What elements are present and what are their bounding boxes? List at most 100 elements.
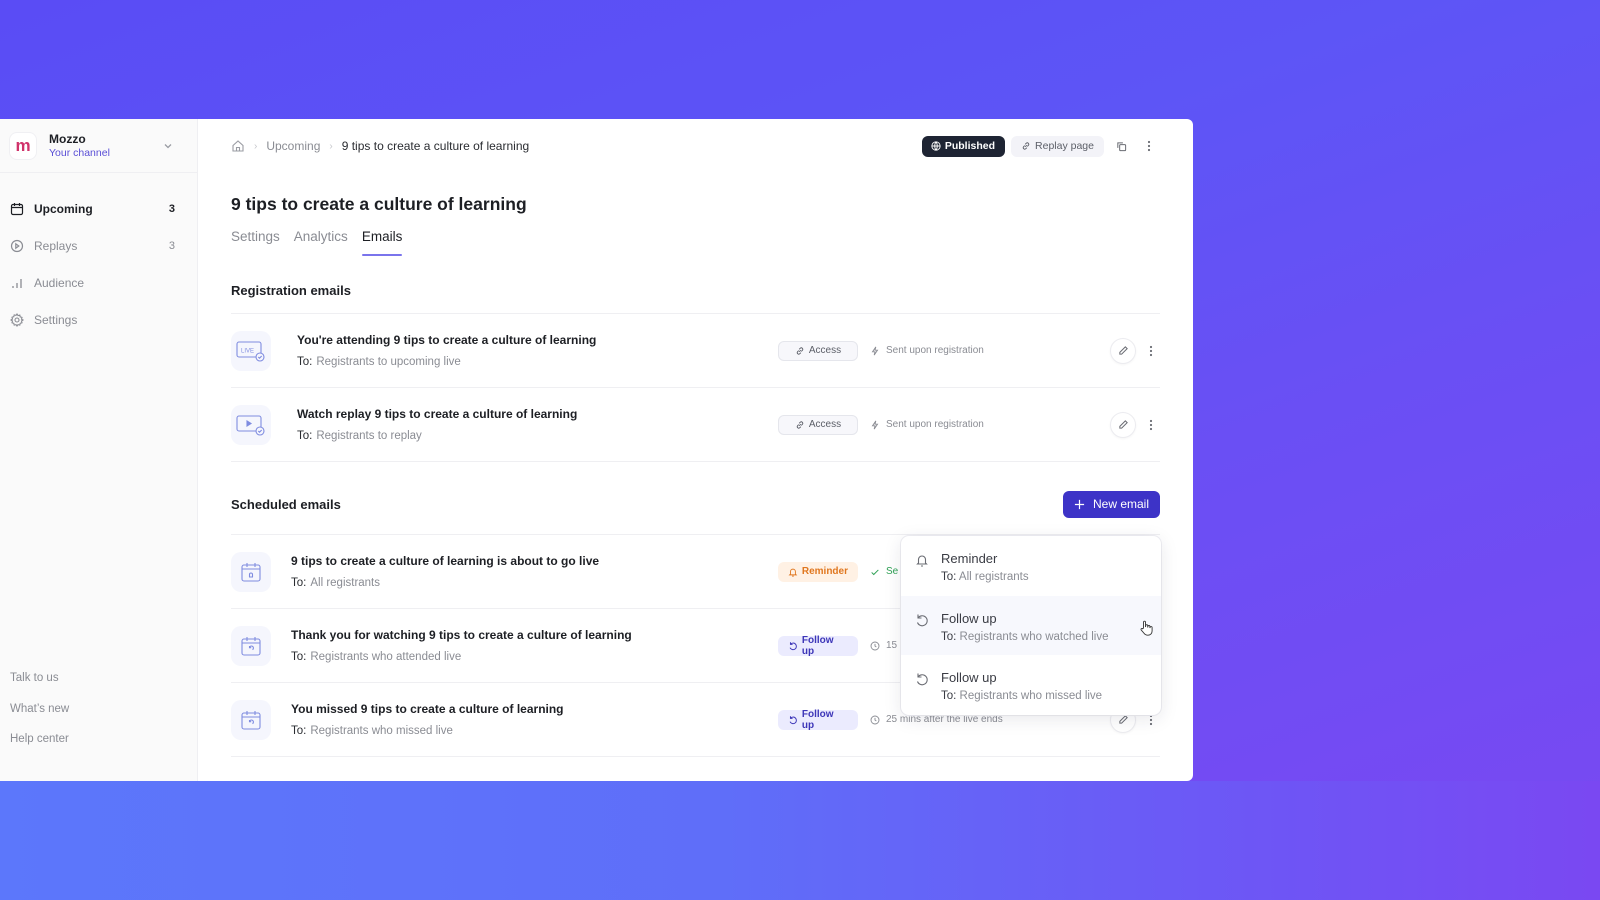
published-button[interactable]: Published: [921, 135, 1006, 157]
to-label: To:: [941, 690, 957, 702]
sidebar-item-count: 3: [168, 239, 175, 252]
follow-up-badge: Follow up: [778, 635, 858, 657]
send-timing: 25 mins after the live ends: [870, 714, 1003, 725]
edit-button[interactable]: [1110, 411, 1136, 438]
badge-label: Reminder: [801, 566, 848, 577]
talk-to-us-link[interactable]: Talk to us: [10, 669, 69, 700]
to-label: To:: [297, 430, 313, 442]
send-timing: Sent upon registration: [870, 345, 984, 356]
sidebar-item-audience[interactable]: Audience: [0, 264, 197, 301]
live-icon: LIVE: [231, 330, 271, 371]
whats-new-link[interactable]: What’s new: [10, 700, 69, 731]
to-label: To:: [297, 356, 313, 368]
tab-settings[interactable]: Settings: [231, 229, 280, 256]
email-row[interactable]: LIVE You're attending 9 tips to create a…: [231, 314, 1160, 388]
sidebar-item-replays[interactable]: Replays 3: [0, 227, 197, 264]
replay-page-button[interactable]: Replay page: [1011, 135, 1104, 157]
refresh-icon: [916, 614, 928, 626]
dropdown-item-title: Follow up: [941, 670, 997, 685]
background-bottom: [0, 781, 1600, 900]
published-label: Published: [944, 140, 996, 152]
clock-icon: [870, 641, 880, 650]
badge-label: Access: [808, 345, 842, 356]
plus-icon: [1074, 499, 1085, 509]
sidebar-item-settings[interactable]: Settings: [0, 301, 197, 338]
badge-label: Follow up: [801, 708, 834, 731]
pencil-icon: [1118, 346, 1128, 355]
breadcrumb-separator: ›: [254, 140, 258, 152]
dropdown-item-follow-up-watched[interactable]: Follow up To: Registrants who watched li…: [901, 595, 1161, 655]
sidebar-item-label: Replays: [34, 238, 78, 253]
check-icon: [871, 569, 879, 575]
sidebar-item-upcoming[interactable]: Upcoming 3: [0, 190, 197, 227]
new-email-button[interactable]: New email: [1062, 490, 1160, 518]
send-timing: Sent upon registration: [870, 419, 984, 430]
breadcrumb-upcoming[interactable]: Upcoming: [266, 139, 320, 153]
breadcrumb-separator: ›: [329, 140, 333, 152]
calendar-refresh-icon: [231, 625, 271, 666]
sidebar-nav: Upcoming 3 Replays 3 Audience Settings: [0, 173, 197, 338]
bar-chart-icon: [12, 278, 22, 288]
edit-button[interactable]: [1110, 337, 1136, 364]
follow-up-badge: Follow up: [778, 708, 858, 731]
channel-subtitle: Your channel: [49, 146, 110, 159]
reminder-badge: Reminder: [778, 561, 858, 582]
lightning-icon: [871, 420, 879, 429]
to-label: To:: [291, 651, 307, 663]
sidebar-item-count: 3: [168, 202, 175, 215]
tabs: Settings Analytics Emails: [231, 229, 1160, 256]
link-icon: [796, 346, 804, 355]
svg-text:LIVE: LIVE: [241, 348, 254, 354]
chevron-down-icon[interactable]: [161, 139, 175, 153]
access-badge: Access: [778, 340, 858, 361]
channel-switcher[interactable]: m Mozzo Your channel: [0, 119, 197, 173]
send-status: Se: [870, 566, 898, 577]
copy-icon: [1116, 141, 1126, 151]
send-timing: 15: [870, 640, 897, 651]
refresh-icon: [789, 641, 797, 650]
recipients: All registrants: [958, 571, 1029, 583]
dropdown-item-reminder[interactable]: Reminder To: All registrants: [901, 536, 1161, 596]
recipients: Registrants who attended live: [310, 651, 462, 663]
new-email-dropdown: Reminder To: All registrants Follow up T…: [901, 536, 1161, 715]
more-vertical-icon: [1147, 140, 1151, 152]
to-label: To:: [941, 630, 957, 643]
recipients: All registrants: [310, 577, 381, 589]
sidebar-item-label: Audience: [34, 275, 85, 290]
tab-emails[interactable]: Emails: [361, 229, 402, 256]
email-title: You're attending 9 tips to create a cult…: [297, 333, 597, 347]
row-more-button[interactable]: [1142, 412, 1160, 438]
channel-logo: m: [10, 132, 36, 159]
bell-icon: [916, 555, 928, 567]
sidebar: m Mozzo Your channel Upcoming 3 Replays …: [0, 119, 198, 781]
lightning-icon: [871, 346, 879, 355]
sidebar-item-label: Upcoming: [34, 201, 93, 216]
section-title: Registration emails: [231, 283, 351, 298]
more-vertical-icon: [1149, 714, 1153, 725]
tab-analytics[interactable]: Analytics: [294, 229, 348, 256]
send-timing-text: 15: [886, 640, 898, 651]
row-more-button[interactable]: [1142, 338, 1160, 364]
scheduled-section-header: Scheduled emails New email: [231, 462, 1160, 535]
refresh-icon: [916, 673, 928, 686]
copy-button[interactable]: [1110, 135, 1132, 157]
pencil-icon: [1118, 715, 1128, 724]
more-options-button[interactable]: [1138, 135, 1160, 157]
dropdown-item-title: Follow up: [941, 610, 997, 626]
sidebar-item-label: Settings: [34, 312, 78, 327]
globe-icon: [931, 141, 941, 151]
refresh-icon: [789, 715, 797, 724]
dropdown-item-follow-up-missed[interactable]: Follow up To: Registrants who missed liv…: [901, 655, 1161, 715]
replay-video-icon: [231, 404, 271, 445]
to-label: To:: [941, 571, 957, 583]
section-title: Scheduled emails: [231, 496, 341, 512]
email-row[interactable]: Watch replay 9 tips to create a culture …: [231, 388, 1160, 462]
help-center-link[interactable]: Help center: [10, 730, 69, 761]
recipients: Registrants to upcoming live: [316, 356, 461, 368]
channel-name: Mozzo: [49, 131, 86, 146]
home-icon[interactable]: [231, 139, 245, 153]
link-icon: [796, 420, 804, 429]
link-icon: [1022, 142, 1030, 150]
send-status-text: Se: [886, 566, 899, 577]
breadcrumb: › Upcoming › 9 tips to create a culture …: [231, 139, 922, 153]
